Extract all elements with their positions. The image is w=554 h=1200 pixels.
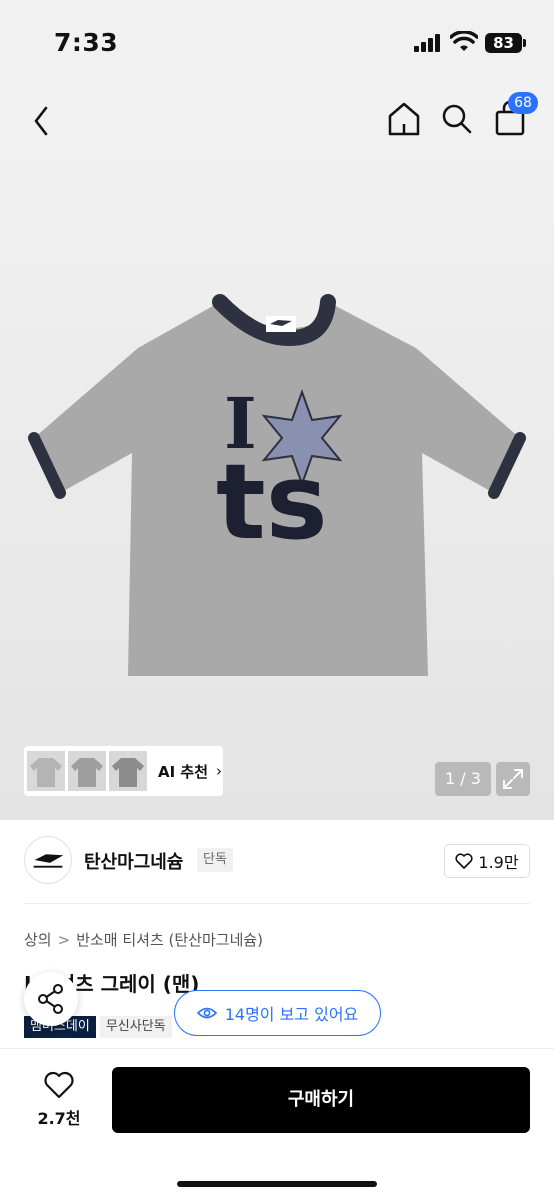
expand-icon[interactable] (496, 762, 530, 796)
brand-row[interactable]: 탄산마그네슘 단독 1.9만 (0, 836, 554, 890)
eye-icon (196, 1007, 217, 1019)
breadcrumb-subcategory[interactable]: 반소매 티셔츠 (탄산마그네슘) (76, 931, 263, 949)
search-icon[interactable] (436, 96, 476, 140)
home-icon[interactable] (384, 96, 424, 140)
wishlist-count: 2.7천 (37, 1109, 81, 1128)
thumbnail[interactable] (109, 751, 147, 791)
shirt-print-text: ts (216, 441, 328, 563)
viewers-count-pill: 14명이 보고 있어요 (174, 990, 381, 1036)
ai-recommend-strip[interactable]: AI 추천 › (24, 746, 223, 796)
battery-tip (523, 39, 526, 47)
breadcrumb-separator: > (57, 931, 71, 949)
ai-recommend-label: AI 추천 (158, 762, 209, 781)
brand-like-count: 1.9만 (478, 853, 519, 872)
viewers-text: 14명이 보고 있어요 (224, 1005, 359, 1024)
thumbnail[interactable] (68, 751, 106, 791)
chevron-right-icon: › (216, 762, 223, 780)
image-page-indicator: 1 / 3 (435, 762, 491, 796)
brand-like-button[interactable]: 1.9만 (444, 844, 530, 878)
buy-button[interactable]: 구매하기 (112, 1067, 530, 1133)
wifi-icon (450, 31, 478, 51)
musinsa-exclusive-tag: 무신사단독 (99, 1016, 172, 1038)
back-chevron-icon[interactable] (24, 98, 60, 144)
product-tshirt-image: I ts (28, 294, 526, 676)
home-indicator (177, 1181, 377, 1187)
heart-icon (455, 853, 473, 869)
divider (24, 903, 530, 904)
status-bar: 7:33 83 (0, 0, 554, 88)
brand-name[interactable]: 탄산마그네슘 (84, 848, 183, 874)
product-image-carousel[interactable]: 68 I ts AI 추천 › 1 / 3 (0, 88, 554, 820)
breadcrumb: 상의 > 반소매 티셔츠 (탄산마그네슘) (24, 929, 263, 950)
brand-logo[interactable] (24, 836, 72, 884)
cellular-signal-icon (414, 34, 442, 52)
breadcrumb-category[interactable]: 상의 (24, 931, 52, 949)
status-time: 7:33 (54, 28, 119, 57)
exclusive-tag: 단독 (197, 848, 233, 872)
thumbnail[interactable] (27, 751, 65, 791)
share-icon[interactable] (24, 972, 78, 1026)
bottom-purchase-bar: 2.7천 구매하기 (0, 1048, 554, 1200)
wishlist-button[interactable]: 2.7천 (24, 1071, 94, 1133)
heart-icon (44, 1071, 74, 1099)
cart-count-badge: 68 (508, 92, 538, 114)
battery-icon: 83 (485, 33, 522, 53)
